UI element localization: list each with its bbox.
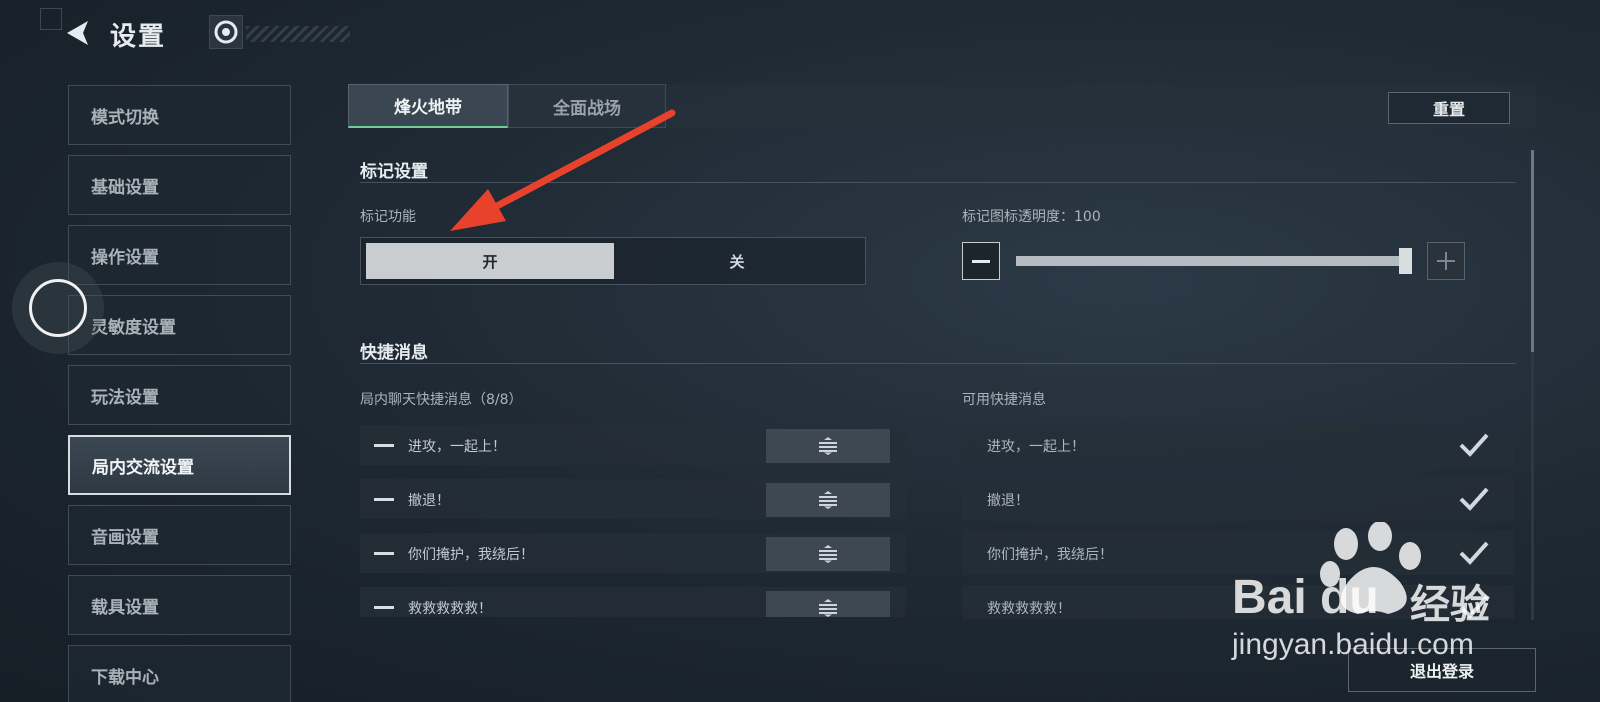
sidebar-item-label: 音画设置 xyxy=(91,527,159,548)
sidebar-item-label: 模式切换 xyxy=(91,107,159,128)
watermark-brand: Bai du xyxy=(1232,571,1379,624)
sidebar-item-audio-video[interactable]: 音画设置 xyxy=(68,505,291,565)
marker-function-label: 标记功能 xyxy=(360,209,416,225)
sidebar-item-gameplay[interactable]: 玩法设置 xyxy=(68,365,291,425)
quick-item-text: 进攻，一起上！ xyxy=(408,439,506,455)
drag-handle[interactable] xyxy=(766,537,890,571)
corner-decoration xyxy=(40,8,62,30)
drag-handle-icon xyxy=(819,599,837,617)
remove-icon[interactable] xyxy=(374,552,394,555)
page-title: 设置 xyxy=(110,22,167,52)
quick-item-text: 救救救救救！ xyxy=(408,601,492,617)
toggle-on-option[interactable]: 开 xyxy=(366,243,614,279)
quick-item-text: 撤退！ xyxy=(408,493,450,509)
marker-opacity-label: 标记图标透明度：100 xyxy=(962,209,1101,225)
section-title-marker: 标记设置 xyxy=(360,162,428,182)
sidebar-item-label: 载具设置 xyxy=(91,597,159,618)
drag-handle[interactable] xyxy=(766,429,890,463)
available-quick-item[interactable]: 撤退！ xyxy=(962,477,1514,521)
opacity-slider-fill xyxy=(1016,256,1412,266)
drag-handle[interactable] xyxy=(766,483,890,517)
sidebar-item-controls[interactable]: 操作设置 xyxy=(68,225,291,285)
opacity-increase-button[interactable] xyxy=(1427,242,1465,280)
quick-item-text: 你们掩护，我绕后！ xyxy=(408,547,534,563)
reset-button[interactable]: 重置 xyxy=(1388,92,1510,124)
watermark-cn: 经验 xyxy=(1410,582,1490,628)
chat-quick-item[interactable]: 救救救救救！ xyxy=(360,587,906,617)
chat-quick-item[interactable]: 撤退！ xyxy=(360,479,906,519)
help-glyph-icon xyxy=(214,20,238,44)
sidebar-item-label: 基础设置 xyxy=(91,177,159,198)
remove-icon[interactable] xyxy=(374,606,394,609)
sidebar-item-vehicle[interactable]: 载具设置 xyxy=(68,575,291,635)
section-divider xyxy=(360,363,1516,364)
drag-handle[interactable] xyxy=(766,591,890,617)
annotation-arrow-icon xyxy=(450,109,676,231)
section-title-quick: 快捷消息 xyxy=(360,343,428,363)
check-icon xyxy=(1459,487,1489,511)
sidebar-item-label: 局内交流设置 xyxy=(92,457,194,478)
available-quick-item[interactable]: 进攻，一起上！ xyxy=(962,423,1514,467)
sidebar-item-label: 下载中心 xyxy=(91,667,159,688)
quick-item-text: 进攻，一起上！ xyxy=(987,439,1085,455)
available-quick-item[interactable]: 你们掩护，我绕后！ xyxy=(962,531,1514,575)
quick-left-label: 局内聊天快捷消息（8/8） xyxy=(360,392,523,408)
drag-handle-icon xyxy=(819,545,837,563)
header-hatch-decoration xyxy=(246,26,350,42)
check-icon xyxy=(1459,433,1489,457)
watermark-url: jingyan.baidu.com xyxy=(1232,628,1474,661)
toggle-off-option[interactable]: 关 xyxy=(614,243,860,279)
scrollbar-thumb[interactable] xyxy=(1531,150,1534,352)
floating-ring-icon xyxy=(29,279,87,337)
opacity-slider-handle[interactable] xyxy=(1399,248,1412,274)
sidebar-item-basic[interactable]: 基础设置 xyxy=(68,155,291,215)
back-arrow-icon[interactable] xyxy=(64,18,94,48)
chat-quick-item[interactable]: 进攻，一起上！ xyxy=(360,425,906,465)
check-icon xyxy=(1459,541,1489,565)
sidebar-item-label: 灵敏度设置 xyxy=(91,317,176,338)
sidebar-item-mode-switch[interactable]: 模式切换 xyxy=(68,85,291,145)
sidebar-item-label: 操作设置 xyxy=(91,247,159,268)
chat-quick-item[interactable]: 你们掩护，我绕后！ xyxy=(360,533,906,573)
drag-handle-icon xyxy=(819,491,837,509)
remove-icon[interactable] xyxy=(374,498,394,501)
plus-icon xyxy=(1437,252,1455,270)
quick-item-text: 撤退！ xyxy=(987,493,1029,509)
help-icon[interactable] xyxy=(209,15,243,49)
quick-item-text: 救救救救救！ xyxy=(987,601,1071,617)
sidebar-item-label: 玩法设置 xyxy=(91,387,159,408)
remove-icon[interactable] xyxy=(374,444,394,447)
quick-item-text: 你们掩护，我绕后！ xyxy=(987,547,1113,563)
quick-right-label: 可用快捷消息 xyxy=(962,392,1046,408)
opacity-decrease-button[interactable] xyxy=(962,242,1000,280)
sidebar-item-download[interactable]: 下载中心 xyxy=(68,645,291,702)
minus-icon xyxy=(972,259,990,263)
drag-handle-icon xyxy=(819,437,837,455)
sidebar-item-communication[interactable]: 局内交流设置 xyxy=(68,435,291,495)
